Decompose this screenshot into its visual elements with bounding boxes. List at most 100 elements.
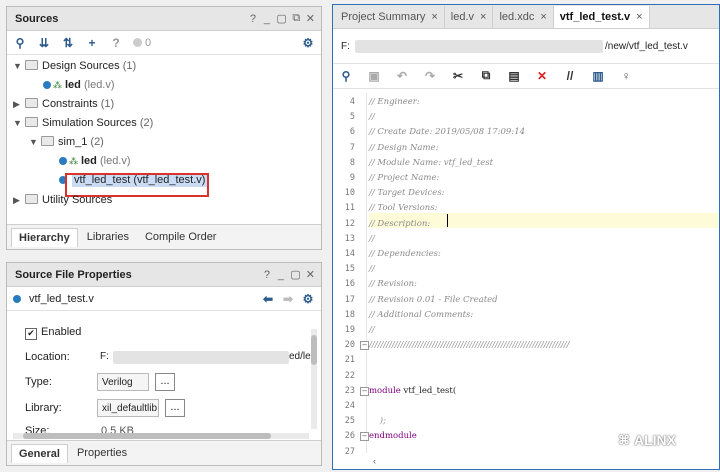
editor-tabs: Project Summary × led.v × led.xdc × vtf_led… bbox=[333, 5, 719, 29]
tree-simulation-sources[interactable]: ▼ Simulation Sources (2) bbox=[13, 114, 153, 132]
close-tab-icon[interactable]: × bbox=[480, 6, 486, 28]
line-number: 11 bbox=[344, 203, 355, 214]
chevron-down-icon[interactable]: ▼ bbox=[29, 133, 39, 151]
library-label: Library: bbox=[25, 402, 62, 414]
help-icon[interactable]: ? bbox=[262, 269, 271, 281]
scroll-left-icon[interactable]: ‹ bbox=[373, 456, 376, 466]
wechat-icon: ⌘ bbox=[618, 433, 630, 447]
tab-vtf-led-test-v[interactable]: vtf_led_test.v × bbox=[553, 6, 650, 28]
cut-icon[interactable]: ✂ bbox=[451, 69, 465, 83]
code-comment: // Revision: bbox=[369, 279, 417, 290]
properties-titlebar: Source File Properties ? _ ▢ ✕ bbox=[7, 263, 321, 287]
copy-icon[interactable]: ⧉ bbox=[479, 68, 493, 83]
type-ellipsis-button[interactable]: ... bbox=[155, 373, 175, 391]
editor-hscrollbar[interactable]: ‹ bbox=[363, 456, 719, 467]
properties-tabs: General Properties bbox=[7, 440, 321, 465]
code-line: // bbox=[369, 264, 375, 274]
tree-constraints[interactable]: ▶ Constraints (1) bbox=[13, 95, 114, 113]
chevron-down-icon[interactable]: ▼ bbox=[13, 114, 23, 132]
code-comment: // Target Devices: bbox=[369, 188, 445, 199]
code-comment: // Dependencies: bbox=[369, 249, 441, 259]
forward-arrow-icon[interactable]: ➡ bbox=[281, 292, 295, 306]
minimize-icon[interactable]: _ bbox=[262, 13, 271, 25]
delete-icon[interactable]: ✕ bbox=[535, 69, 549, 83]
close-tab-icon[interactable]: × bbox=[431, 6, 437, 28]
scrollbar-thumb[interactable] bbox=[311, 335, 317, 365]
search-icon[interactable]: ⚲ bbox=[339, 69, 353, 83]
line-number: 5 bbox=[349, 112, 355, 123]
tree-sim-1[interactable]: ▼ sim_1 (2) bbox=[29, 133, 104, 151]
close-tab-icon[interactable]: × bbox=[636, 6, 642, 28]
fold-toggle-icon[interactable]: − bbox=[360, 432, 369, 442]
enabled-row: ✔ Enabled bbox=[25, 321, 81, 343]
tab-led-v[interactable]: led.v × bbox=[445, 6, 494, 28]
fold-toggle-icon[interactable]: − bbox=[360, 386, 369, 396]
properties-panel: Source File Properties ? _ ▢ ✕ vtf_led_t… bbox=[6, 262, 322, 466]
back-arrow-icon[interactable]: ⬅ bbox=[261, 292, 275, 306]
redo-icon[interactable]: ↷ bbox=[423, 69, 437, 83]
tree-item-led[interactable]: ⁂ led (led.v) bbox=[43, 76, 115, 94]
tree-design-sources[interactable]: ▼ Design Sources (1) bbox=[13, 57, 136, 75]
line-number: 7 bbox=[349, 142, 355, 153]
code-area[interactable]: 4 // Engineer: 5 // 6 // Create Date: 2019/05… bbox=[333, 93, 719, 457]
minimize-icon[interactable]: _ bbox=[276, 269, 285, 281]
search-icon[interactable]: ⚲ bbox=[13, 36, 27, 50]
line-number: 21 bbox=[344, 355, 355, 366]
size-value: 0.5 KB bbox=[101, 425, 135, 433]
chevron-down-icon[interactable]: ▼ bbox=[13, 57, 23, 75]
code-line: // Tool Versions: bbox=[369, 203, 437, 213]
code-line: // Module Name: vtf_led_test bbox=[369, 158, 493, 168]
restore-icon[interactable]: ▢ bbox=[276, 12, 286, 25]
tab-hierarchy[interactable]: Hierarchy bbox=[11, 227, 78, 247]
vertical-scrollbar[interactable] bbox=[311, 329, 317, 429]
line-number: 14 bbox=[344, 249, 355, 259]
help-icon[interactable]: ? bbox=[248, 13, 257, 25]
code-line: // Engineer: bbox=[369, 97, 420, 107]
editor-panel: Project Summary × led.v × led.xdc × vtf_led… bbox=[332, 4, 720, 470]
code-line: // bbox=[369, 112, 375, 122]
column-icon[interactable]: ▥ bbox=[591, 69, 605, 83]
comment-icon[interactable]: // bbox=[563, 69, 577, 83]
horizontal-scrollbar[interactable] bbox=[13, 433, 309, 439]
sources-titlebar: Sources ? _ ▢ ⧉ ✕ bbox=[7, 7, 321, 31]
scrollbar-thumb[interactable] bbox=[23, 433, 271, 439]
line-number: 26 bbox=[344, 431, 355, 442]
tree-utility-sources[interactable]: ▶ Utility Sources bbox=[13, 191, 112, 209]
library-value[interactable]: xil_defaultlib bbox=[97, 399, 159, 417]
close-tab-icon[interactable]: × bbox=[540, 6, 546, 28]
tab-compile-order[interactable]: Compile Order bbox=[138, 228, 224, 246]
code-comment: // Additional Comments: bbox=[369, 309, 474, 320]
tab-general[interactable]: General bbox=[11, 443, 68, 463]
library-ellipsis-button[interactable]: ... bbox=[165, 399, 185, 417]
code-comment: // bbox=[369, 264, 375, 275]
enabled-checkbox[interactable]: ✔ bbox=[25, 328, 37, 340]
tab-libraries[interactable]: Libraries bbox=[80, 228, 136, 246]
code-comment: // Module Name: vtf_led_test bbox=[369, 157, 494, 168]
collapse-all-icon[interactable]: ⇊ bbox=[37, 36, 51, 50]
size-row: Size: 0.5 KB bbox=[7, 421, 321, 433]
tab-properties[interactable]: Properties bbox=[70, 444, 134, 462]
lightbulb-icon[interactable]: ♀ bbox=[619, 69, 633, 83]
undo-icon[interactable]: ↶ bbox=[395, 69, 409, 83]
gear-icon[interactable]: ⚙ bbox=[301, 36, 315, 50]
paste-icon[interactable]: ▤ bbox=[507, 69, 521, 83]
restore-icon[interactable]: ▢ bbox=[290, 268, 300, 281]
chevron-right-icon[interactable]: ▶ bbox=[13, 191, 23, 209]
add-sources-icon[interactable]: + bbox=[85, 36, 99, 50]
close-icon[interactable]: ✕ bbox=[306, 268, 315, 281]
expand-all-icon[interactable]: ⇅ bbox=[61, 36, 75, 50]
chevron-right-icon[interactable]: ▶ bbox=[13, 95, 23, 113]
line-number: 15 bbox=[344, 264, 355, 275]
fold-toggle-icon[interactable]: − bbox=[360, 341, 369, 351]
tab-led-xdc[interactable]: led.xdc × bbox=[493, 6, 554, 28]
line-number: 16 bbox=[344, 279, 355, 290]
gear-icon[interactable]: ⚙ bbox=[301, 292, 315, 306]
save-icon[interactable]: ▣ bbox=[367, 69, 381, 83]
file-dot-icon bbox=[13, 294, 21, 303]
close-icon[interactable]: ✕ bbox=[306, 12, 315, 25]
tree-item-led-sim[interactable]: ⁂ led (led.v) bbox=[59, 152, 131, 170]
type-value[interactable]: Verilog bbox=[97, 373, 149, 391]
properties-icon[interactable]: ? bbox=[109, 36, 123, 50]
tab-project-summary[interactable]: Project Summary × bbox=[335, 6, 445, 28]
float-icon[interactable]: ⧉ bbox=[292, 12, 301, 25]
